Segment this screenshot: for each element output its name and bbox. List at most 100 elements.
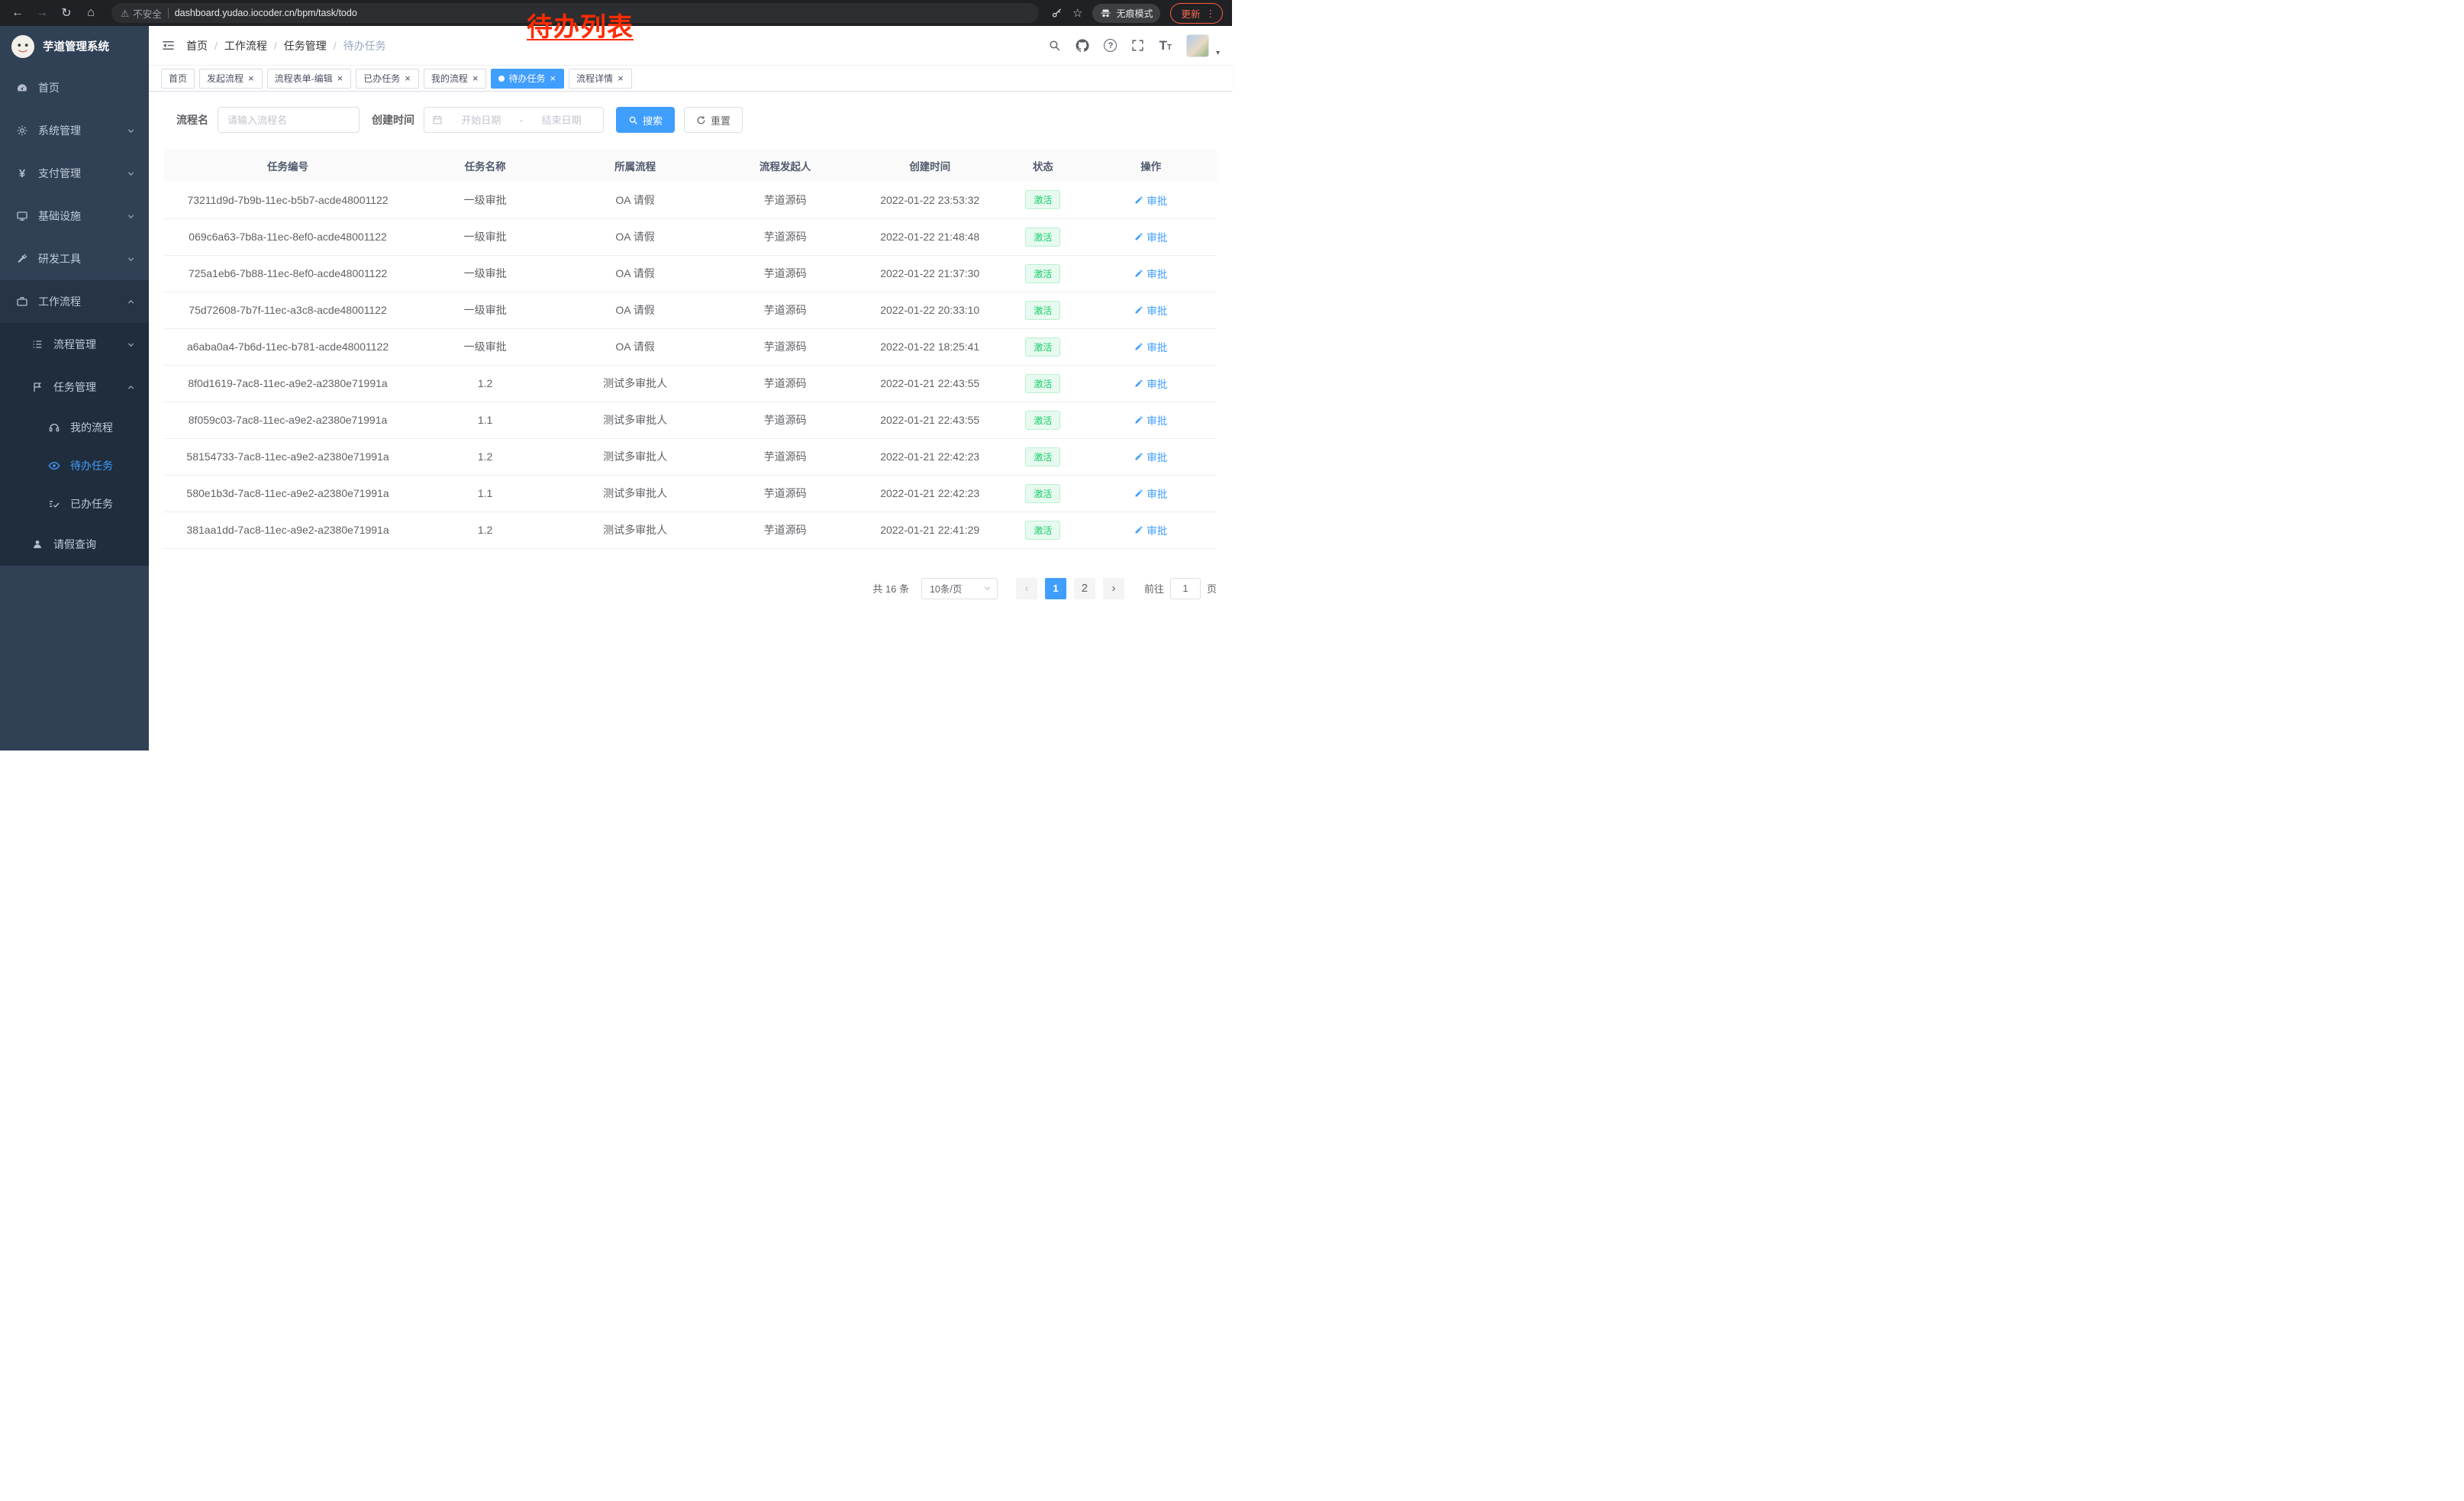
bookmark-star-icon[interactable]: ☆ xyxy=(1072,6,1082,20)
approve-button[interactable]: 审批 xyxy=(1134,192,1167,208)
github-icon[interactable] xyxy=(1076,39,1089,53)
cell-status: 激活 xyxy=(1001,365,1085,402)
pagination: 共 16 条 10条/页 ‹ 1 2 › 前往 页 xyxy=(164,578,1217,599)
column-header-actions: 操作 xyxy=(1085,150,1217,182)
tab-home[interactable]: 首页 xyxy=(161,69,195,89)
cell-actions: 审批 xyxy=(1085,402,1217,438)
cell-initiator: 芋道源码 xyxy=(711,218,859,255)
goto-label: 前往 xyxy=(1144,581,1164,596)
avatar[interactable] xyxy=(1186,34,1209,57)
sidebar-item-system[interactable]: 系统管理 xyxy=(0,109,149,152)
gear-icon xyxy=(15,124,29,137)
process-name-input[interactable] xyxy=(218,107,360,133)
cell-process: 测试多审批人 xyxy=(559,438,711,475)
end-date-input[interactable] xyxy=(527,115,595,126)
cell-created: 2022-01-21 22:42:23 xyxy=(859,475,1001,512)
approve-button[interactable]: 审批 xyxy=(1134,486,1167,501)
fullscreen-icon[interactable] xyxy=(1131,39,1144,52)
tab-form-edit[interactable]: 流程表单-编辑 × xyxy=(267,69,352,89)
close-icon[interactable]: × xyxy=(247,73,255,83)
breadcrumb-item[interactable]: 工作流程 xyxy=(224,38,267,53)
page-size-select[interactable]: 10条/页 xyxy=(921,578,998,599)
sidebar: 芋道管理系统 首页 系统管理 ¥ 支付管理 xyxy=(0,26,149,750)
sidebar-item-infrastructure[interactable]: 基础设施 xyxy=(0,195,149,237)
approve-button[interactable]: 审批 xyxy=(1134,266,1167,281)
close-icon[interactable]: × xyxy=(337,73,344,83)
cell-created: 2022-01-21 22:43:55 xyxy=(859,365,1001,402)
table-header-row: 任务编号 任务名称 所属流程 流程发起人 创建时间 状态 操作 xyxy=(164,150,1217,182)
column-header-initiator: 流程发起人 xyxy=(711,150,859,182)
search-button[interactable]: 搜索 xyxy=(616,107,675,133)
browser-menu-icon[interactable]: ⋮ xyxy=(1206,8,1216,19)
avatar-caret-icon[interactable]: ▾ xyxy=(1216,49,1220,57)
status-badge: 激活 xyxy=(1025,411,1060,430)
key-icon[interactable] xyxy=(1051,8,1063,19)
close-icon[interactable]: × xyxy=(472,73,479,83)
sidebar-item-workflow[interactable]: 工作流程 xyxy=(0,280,149,323)
approve-button[interactable]: 审批 xyxy=(1134,302,1167,318)
sidebar-item-home[interactable]: 首页 xyxy=(0,66,149,109)
help-icon[interactable]: ? xyxy=(1104,39,1117,52)
approve-button[interactable]: 审批 xyxy=(1134,376,1167,391)
calendar-icon xyxy=(432,115,443,125)
sidebar-item-todo-tasks[interactable]: 待办任务 xyxy=(0,447,149,485)
edit-pencil-icon xyxy=(1134,452,1143,461)
app-title: 芋道管理系统 xyxy=(43,38,109,54)
chevron-down-icon xyxy=(127,212,135,221)
chevron-down-icon xyxy=(127,169,135,178)
approve-button[interactable]: 审批 xyxy=(1134,449,1167,464)
status-badge: 激活 xyxy=(1025,521,1060,540)
browser-back-icon[interactable]: ← xyxy=(9,5,26,21)
cell-process: OA 请假 xyxy=(559,182,711,218)
page-button-2[interactable]: 2 xyxy=(1074,578,1095,599)
tab-process-detail[interactable]: 流程详情 × xyxy=(569,69,632,89)
search-icon[interactable] xyxy=(1048,39,1061,52)
sidebar-item-payment[interactable]: ¥ 支付管理 xyxy=(0,152,149,195)
annotation-overlay: 待办列表 xyxy=(527,6,634,44)
security-warning[interactable]: ⚠ 不安全 xyxy=(121,6,162,21)
edit-pencil-icon xyxy=(1134,525,1143,534)
goto-page-input[interactable] xyxy=(1170,578,1201,599)
browser-reload-icon[interactable]: ↻ xyxy=(58,5,75,21)
close-icon[interactable]: × xyxy=(549,73,556,83)
reset-button[interactable]: 重置 xyxy=(684,107,743,133)
column-header-process: 所属流程 xyxy=(559,150,711,182)
tab-start-process[interactable]: 发起流程 × xyxy=(199,69,263,89)
list-icon xyxy=(31,338,44,350)
sidebar-item-done-tasks[interactable]: 已办任务 xyxy=(0,485,149,523)
approve-button[interactable]: 审批 xyxy=(1134,412,1167,428)
approve-button[interactable]: 审批 xyxy=(1134,339,1167,354)
sidebar-item-leave-query[interactable]: 请假查询 xyxy=(0,523,149,566)
browser-home-icon[interactable]: ⌂ xyxy=(82,5,99,21)
tab-todo-tasks[interactable]: 待办任务 × xyxy=(491,69,564,89)
close-icon[interactable]: × xyxy=(617,73,624,83)
chevron-up-icon xyxy=(127,383,135,392)
update-button[interactable]: 更新 ⋮ xyxy=(1170,3,1223,24)
font-size-icon[interactable]: TT xyxy=(1159,39,1172,52)
sidebar-item-process-mgmt[interactable]: 流程管理 xyxy=(0,323,149,366)
cell-task-name: 一级审批 xyxy=(411,292,559,328)
sidebar-item-task-mgmt[interactable]: 任务管理 xyxy=(0,366,149,408)
page-button-1[interactable]: 1 xyxy=(1045,578,1066,599)
approve-button[interactable]: 审批 xyxy=(1134,522,1167,537)
column-header-task-id: 任务编号 xyxy=(164,150,411,182)
next-page-button[interactable]: › xyxy=(1103,578,1124,599)
table-row: 725a1eb6-7b88-11ec-8ef0-acde48001122 一级审… xyxy=(164,255,1217,292)
date-range-picker[interactable]: - xyxy=(424,107,604,133)
tab-my-process[interactable]: 我的流程 × xyxy=(424,69,487,89)
sidebar-item-devtools[interactable]: 研发工具 xyxy=(0,237,149,280)
breadcrumb-item[interactable]: 任务管理 xyxy=(284,38,327,53)
cell-actions: 审批 xyxy=(1085,475,1217,512)
browser-forward-icon[interactable]: → xyxy=(34,5,50,21)
cell-task-id: 8f059c03-7ac8-11ec-a9e2-a2380e71991a xyxy=(164,402,411,438)
tab-done-tasks[interactable]: 已办任务 × xyxy=(356,69,419,89)
start-date-input[interactable] xyxy=(447,115,515,126)
sidebar-item-my-process[interactable]: 我的流程 xyxy=(0,408,149,447)
close-icon[interactable]: × xyxy=(404,73,411,83)
prev-page-button[interactable]: ‹ xyxy=(1016,578,1037,599)
sidebar-collapse-icon[interactable] xyxy=(161,38,176,53)
breadcrumb-item[interactable]: 首页 xyxy=(186,38,208,53)
date-separator: - xyxy=(520,114,524,126)
cell-actions: 审批 xyxy=(1085,328,1217,365)
approve-button[interactable]: 审批 xyxy=(1134,229,1167,244)
